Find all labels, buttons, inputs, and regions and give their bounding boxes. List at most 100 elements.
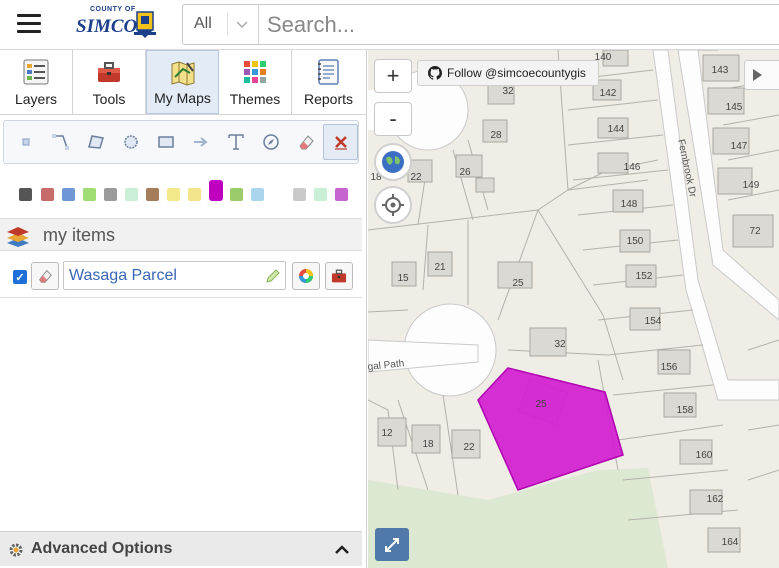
color-swatch-selected[interactable]	[209, 180, 223, 201]
svg-text:21: 21	[434, 262, 446, 273]
layers-list-icon	[23, 59, 49, 85]
svg-text:150: 150	[627, 236, 644, 247]
play-icon	[753, 69, 762, 81]
tab-themes-label: Themes	[229, 91, 281, 107]
map-side-panel-toggle[interactable]	[744, 60, 779, 90]
logo-top-text: COUNTY OF	[90, 6, 136, 13]
chevron-down-icon	[236, 21, 248, 29]
color-swatch[interactable]	[41, 188, 54, 201]
pencil-icon[interactable]	[265, 268, 281, 284]
themes-grid-icon	[244, 61, 266, 83]
color-swatch[interactable]	[83, 188, 96, 201]
map-view[interactable]: Fernbrook Dr gal Path 140 143 142 145 144 14…	[368, 50, 779, 568]
svg-text:164: 164	[722, 537, 739, 548]
svg-text:32: 32	[554, 339, 566, 350]
layers-stack-icon	[7, 227, 29, 247]
svg-text:142: 142	[600, 88, 617, 99]
color-wheel-icon	[299, 269, 313, 283]
draw-line-button[interactable]	[44, 124, 79, 160]
line-icon	[52, 134, 70, 150]
rectangle-icon	[158, 136, 174, 148]
tab-reports[interactable]: Reports	[292, 50, 365, 114]
point-icon	[22, 138, 30, 146]
zoom-out-button[interactable]: -	[374, 102, 412, 136]
color-swatch[interactable]	[62, 188, 75, 201]
draw-polygon-button[interactable]	[79, 124, 114, 160]
advanced-options-bar[interactable]: Advanced Options	[0, 531, 362, 566]
tab-my-maps[interactable]: My Maps	[146, 50, 219, 114]
map-basemap: Fernbrook Dr gal Path 140143142145 14414…	[368, 50, 779, 568]
arrow-icon	[193, 137, 208, 147]
item-visibility-checkbox[interactable]: ✓	[13, 270, 27, 284]
svg-text:144: 144	[608, 124, 625, 135]
tab-tools-label: Tools	[92, 91, 126, 107]
my-item-row: ✓ Wasaga Parcel	[0, 258, 362, 298]
color-swatch[interactable]	[188, 188, 201, 201]
search-category-value: All	[194, 15, 212, 32]
item-tools-button[interactable]	[325, 262, 353, 290]
gear-icon	[9, 543, 23, 557]
color-swatch[interactable]	[314, 188, 327, 201]
item-name-field[interactable]: Wasaga Parcel	[63, 261, 286, 290]
my-items-header: my items	[0, 218, 362, 251]
tab-tools[interactable]: Tools	[73, 50, 146, 114]
expand-icon	[385, 537, 399, 552]
tab-themes[interactable]: Themes	[219, 50, 292, 114]
tab-my-maps-label: My Maps	[154, 90, 211, 106]
draw-text-button[interactable]	[218, 124, 253, 160]
chevron-up-icon[interactable]	[334, 540, 350, 560]
color-swatch[interactable]	[146, 188, 159, 201]
draw-point-button[interactable]	[9, 124, 44, 160]
hamburger-menu-icon[interactable]	[17, 14, 41, 34]
crosshair-icon	[382, 194, 404, 216]
search-bar: All	[182, 4, 779, 45]
locate-me-button[interactable]	[374, 186, 412, 224]
color-swatch[interactable]	[19, 188, 32, 201]
follow-text: Follow @simcoecountygis	[447, 66, 586, 80]
draw-rectangle-button[interactable]	[149, 124, 184, 160]
advanced-options-label: Advanced Options	[31, 540, 173, 557]
color-swatch[interactable]	[251, 188, 264, 201]
clear-drawing-button[interactable]	[323, 124, 359, 160]
circle-icon	[124, 135, 138, 149]
measure-button[interactable]	[253, 124, 288, 160]
eraser-button[interactable]	[288, 124, 323, 160]
my-maps-icon	[171, 61, 195, 86]
github-icon	[428, 66, 442, 80]
my-items-title: my items	[43, 225, 115, 245]
fullscreen-button[interactable]	[375, 528, 409, 561]
color-swatch[interactable]	[335, 188, 348, 201]
toolbox-icon	[331, 269, 347, 283]
svg-text:26: 26	[459, 167, 471, 178]
svg-text:18: 18	[422, 439, 434, 450]
zoom-in-button[interactable]: +	[374, 59, 412, 93]
county-logo[interactable]: COUNTY OF SIMCOE	[76, 6, 160, 44]
svg-text:15: 15	[397, 273, 409, 284]
svg-text:22: 22	[410, 172, 422, 183]
toolbox-icon	[98, 62, 120, 82]
svg-text:145: 145	[726, 102, 743, 113]
street-label-path: gal Path	[368, 358, 405, 373]
draw-arrow-button[interactable]	[184, 124, 219, 160]
follow-github-button[interactable]: Follow @simcoecountygis	[417, 60, 599, 86]
color-swatch[interactable]	[230, 188, 243, 201]
svg-text:32: 32	[502, 86, 514, 97]
svg-text:22: 22	[463, 442, 475, 453]
sidebar: Layers Tools My Maps Themes Reports my i…	[0, 50, 367, 568]
draw-circle-button[interactable]	[114, 124, 149, 160]
search-category-select[interactable]: All	[183, 5, 259, 44]
search-input[interactable]	[260, 5, 778, 44]
item-style-button[interactable]	[292, 262, 320, 290]
item-edit-button[interactable]	[31, 262, 59, 290]
svg-text:156: 156	[661, 362, 678, 373]
color-swatch[interactable]	[125, 188, 138, 201]
basemap-globe-button[interactable]	[374, 143, 412, 181]
tab-layers[interactable]: Layers	[0, 50, 73, 114]
close-icon	[334, 136, 347, 150]
compass-icon	[263, 134, 279, 150]
color-swatch[interactable]	[293, 188, 306, 201]
color-swatch[interactable]	[104, 188, 117, 201]
color-swatch[interactable]	[167, 188, 180, 201]
tab-layers-label: Layers	[14, 91, 58, 107]
svg-text:28: 28	[490, 130, 502, 141]
